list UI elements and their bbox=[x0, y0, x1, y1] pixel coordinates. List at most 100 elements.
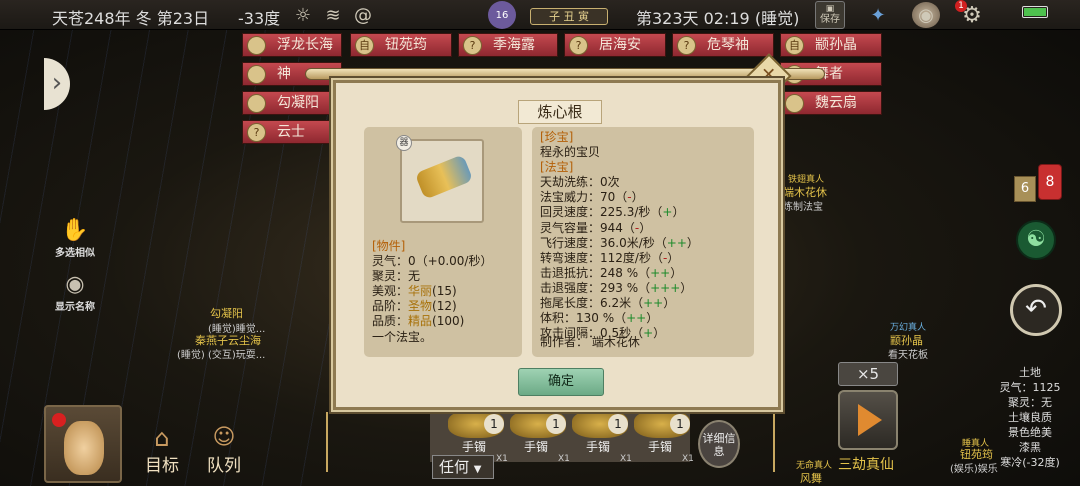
stat-label: 天劫洗练：0次 bbox=[540, 175, 620, 190]
info-label: 灵气：0（+0.00/秒） bbox=[372, 254, 493, 269]
character-portrait[interactable] bbox=[44, 405, 122, 483]
npc-name[interactable]: 风舞 bbox=[800, 470, 822, 486]
name-tab[interactable]: 自钮苑筠 bbox=[350, 33, 452, 57]
name-tab[interactable]: 勾凝阳 bbox=[242, 91, 342, 115]
stat-grade: + bbox=[662, 205, 673, 220]
avatar-icon: ? bbox=[677, 36, 696, 55]
people-icon: ☺ bbox=[212, 425, 236, 450]
any-filter-dropdown[interactable]: 任何 ▼ bbox=[432, 455, 494, 479]
item-slot[interactable]: 器 bbox=[396, 135, 484, 223]
npc-name[interactable]: 勾凝阳 bbox=[210, 305, 243, 321]
save-button[interactable]: ▣ 保存 bbox=[815, 1, 845, 29]
stat-line: 击退强度：293 %（+++） bbox=[540, 281, 699, 296]
item-quantity: X1 bbox=[496, 454, 508, 464]
palette-icon[interactable]: ◉ bbox=[912, 2, 940, 28]
info-label: 美观： bbox=[372, 284, 409, 299]
item-name: 手镯 bbox=[648, 440, 673, 454]
play-icon bbox=[858, 404, 882, 436]
name-tab[interactable]: 魏云扇 bbox=[780, 91, 882, 115]
alert-badge[interactable]: 8 bbox=[1038, 164, 1062, 200]
stat-grade: ++ bbox=[650, 265, 671, 280]
moon-phase-icon[interactable]: 16 bbox=[488, 1, 516, 29]
dialog-title: 炼心根 bbox=[518, 100, 602, 124]
avatar-icon: ? bbox=[463, 36, 482, 55]
land-info: 漆黑 bbox=[1019, 441, 1041, 454]
name-tab[interactable]: ? 云士 bbox=[242, 120, 342, 144]
item-quantity: X1 bbox=[682, 454, 694, 464]
item-quantity: X1 bbox=[620, 454, 632, 464]
stat-label: [珍宝] bbox=[540, 130, 574, 144]
detail-info-button[interactable]: 详细信息 bbox=[698, 420, 740, 468]
land-info: 土地 bbox=[1019, 366, 1041, 379]
stat-grade: ++ bbox=[666, 235, 687, 250]
name-tab[interactable]: ? 季海露 bbox=[458, 33, 558, 57]
npc-action: 炼制法宝 bbox=[783, 202, 823, 213]
stat-line: 天劫洗练：0次 bbox=[540, 175, 699, 190]
queue-button[interactable]: ☺ 队列 bbox=[202, 425, 246, 476]
goal-button[interactable]: ⌂ 目标 bbox=[140, 425, 184, 476]
stat-label: 飞行速度：36.0米/秒（ bbox=[540, 235, 667, 250]
info-line: 品阶：圣物(12) bbox=[372, 299, 492, 314]
undo-button[interactable]: ↶ bbox=[1010, 284, 1062, 336]
confirm-button[interactable]: 确定 bbox=[518, 368, 604, 396]
zodiac-seal: 子 丑 寅 bbox=[530, 8, 608, 25]
info-line: 聚灵：无 bbox=[372, 269, 492, 284]
chevron-down-icon: ▼ bbox=[473, 464, 482, 475]
wind-icon: ≋ bbox=[325, 4, 341, 26]
multi-select-button[interactable]: ✋ 多选相似 bbox=[50, 218, 100, 259]
count-badge[interactable]: 6 bbox=[1014, 176, 1036, 202]
hand-icon: ✋ bbox=[61, 218, 89, 243]
avatar-icon: ? bbox=[247, 123, 266, 142]
item-detail-dialog: 炼心根 器 [物件] 灵气：0（+0.00/秒） 聚灵：无 美观：华丽(15) 品阶：圣… bbox=[333, 80, 781, 410]
count-badge: 1 bbox=[484, 414, 504, 434]
name-tab[interactable]: 浮龙长海 bbox=[242, 33, 342, 57]
avatar-icon bbox=[247, 94, 266, 113]
info-line: [物件] bbox=[372, 239, 492, 254]
npc-action: 看天花板 bbox=[888, 350, 928, 361]
gourd-icon bbox=[64, 421, 104, 475]
stat-label: 击退强度：293 %（ bbox=[540, 280, 651, 295]
stat-label: 转弯速度：112度/秒（ bbox=[540, 250, 663, 265]
avatar-icon: 自 bbox=[785, 36, 804, 55]
land-info: 灵气：1125 bbox=[999, 381, 1061, 394]
compass-icon[interactable]: ✦ bbox=[864, 2, 892, 28]
tassel-left bbox=[326, 412, 338, 472]
info-label: [物件] bbox=[372, 239, 406, 253]
show-names-button[interactable]: ◉ 显示名称 bbox=[50, 272, 100, 313]
name-tab[interactable]: 自颛孙晶 bbox=[780, 33, 882, 57]
stat-line: 体积：130 %（++） bbox=[540, 311, 699, 326]
treasure-stats-panel: [珍宝] 程永的宝贝 [法宝] 天劫洗练：0次 法宝威力：70（-） 回灵速度：225.3… bbox=[532, 127, 754, 357]
info-score: (15) bbox=[432, 284, 457, 299]
stat-line: 灵气容量：944（-） bbox=[540, 221, 699, 236]
info-line: 一个法宝。 bbox=[372, 330, 492, 345]
avatar-icon bbox=[247, 36, 266, 55]
spiral-icon: @ bbox=[354, 4, 372, 26]
speed-button[interactable]: ×5 bbox=[838, 362, 898, 386]
top-status-bar: 天苍248年 冬 第23日 -33度 ☼ ≋ @ 16 子 丑 寅 第323天 … bbox=[0, 0, 1080, 30]
stat-close: ） bbox=[680, 280, 693, 295]
avatar-icon bbox=[247, 65, 266, 84]
battery-icon bbox=[1022, 6, 1048, 18]
name-tab[interactable]: ? 居海安 bbox=[564, 33, 666, 57]
stat-label: 拖尾长度：6.2米（ bbox=[540, 296, 644, 311]
stat-label: [法宝] bbox=[540, 160, 574, 175]
npc-status: (睡觉) (交互)玩耍... bbox=[177, 350, 266, 361]
info-label: 品阶： bbox=[372, 299, 409, 314]
stat-line: [珍宝] bbox=[540, 130, 699, 145]
name-tab[interactable]: ? 危琴袖 bbox=[672, 33, 774, 57]
stat-line: 击退抵抗：248 %（++） bbox=[540, 266, 699, 281]
stat-close: ） bbox=[672, 205, 685, 220]
item-name: 手镯 bbox=[586, 440, 611, 454]
eye-icon: ◉ bbox=[65, 272, 85, 297]
count-badge: 1 bbox=[546, 414, 566, 434]
stat-line: 飞行速度：36.0米/秒（++） bbox=[540, 236, 699, 251]
npc-action: (娱乐)娱乐 bbox=[950, 464, 998, 475]
item-basic-info: [物件] 灵气：0（+0.00/秒） 聚灵：无 美观：华丽(15) 品阶：圣物(12) 品… bbox=[372, 239, 492, 345]
item-quantity: X1 bbox=[558, 454, 570, 464]
play-button[interactable] bbox=[838, 390, 898, 450]
stat-line: 回灵速度：225.3/秒（+） bbox=[540, 205, 699, 220]
count-badge: 1 bbox=[608, 414, 628, 434]
stat-close: ） bbox=[639, 220, 652, 235]
treasure-stats: [珍宝] 程永的宝贝 [法宝] 天劫洗练：0次 法宝威力：70（-） 回灵速度：225.3… bbox=[540, 130, 699, 341]
yin-yang-button[interactable]: ☯ bbox=[1016, 220, 1056, 260]
